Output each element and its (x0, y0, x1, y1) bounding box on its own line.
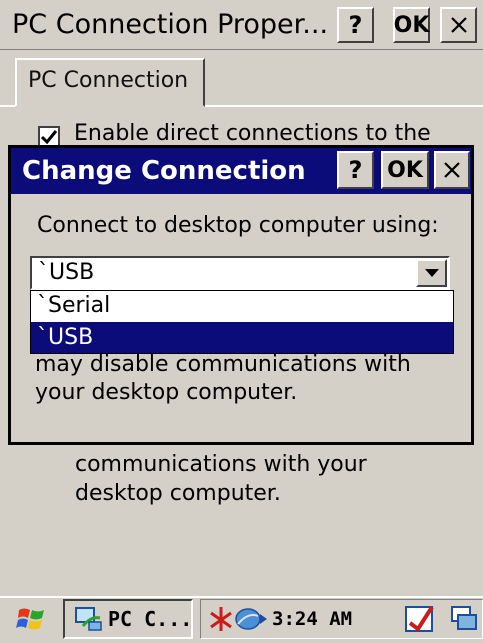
desktop-icon[interactable] (448, 603, 480, 635)
background-description-line2: desktop computer. (75, 481, 281, 506)
clock[interactable]: 3:24 AM (272, 606, 352, 632)
dialog-note-line2: your desktop computer. (35, 380, 298, 405)
network-icon[interactable] (234, 604, 270, 634)
dropdown-arrow-icon (424, 268, 439, 277)
taskbar-task-label: PC C... (108, 607, 193, 631)
background-description-line1: communications with your (75, 452, 367, 477)
checkmark-icon (40, 130, 58, 145)
connection-combobox-value: `USB (38, 260, 95, 285)
background-description: communications with your desktop compute… (75, 450, 367, 508)
dialog-ok-button[interactable]: OK (381, 151, 429, 189)
background-help-button[interactable]: ? (337, 7, 374, 43)
start-button[interactable] (16, 604, 48, 634)
tab-pc-connection-label: PC Connection (28, 68, 189, 93)
start-icon (16, 608, 44, 630)
close-icon (444, 162, 460, 178)
connection-combobox-arrow[interactable] (416, 259, 447, 287)
dialog-note: may disable communications with your des… (35, 351, 411, 407)
background-window-title: PC Connection Proper... (12, 9, 329, 40)
dialog-title: Change Connection (22, 156, 306, 186)
connection-prompt: Connect to desktop computer using: (37, 213, 439, 238)
pc-connection-icon (73, 604, 103, 634)
dialog-note-line1: may disable communications with (35, 352, 411, 377)
close-icon (450, 17, 467, 33)
dialog-help-button[interactable]: ? (337, 151, 374, 189)
connection-option-serial[interactable]: `Serial (31, 291, 453, 321)
dialog-close-button[interactable] (434, 151, 470, 189)
network-disconnected-icon[interactable] (206, 604, 236, 634)
connection-option-usb[interactable]: `USB (31, 322, 453, 353)
direct-connections-label: Enable direct connections to the (74, 121, 431, 146)
background-close-button[interactable] (440, 7, 477, 43)
background-ok-button[interactable]: OK (393, 7, 430, 43)
input-panel-icon[interactable] (404, 603, 436, 635)
